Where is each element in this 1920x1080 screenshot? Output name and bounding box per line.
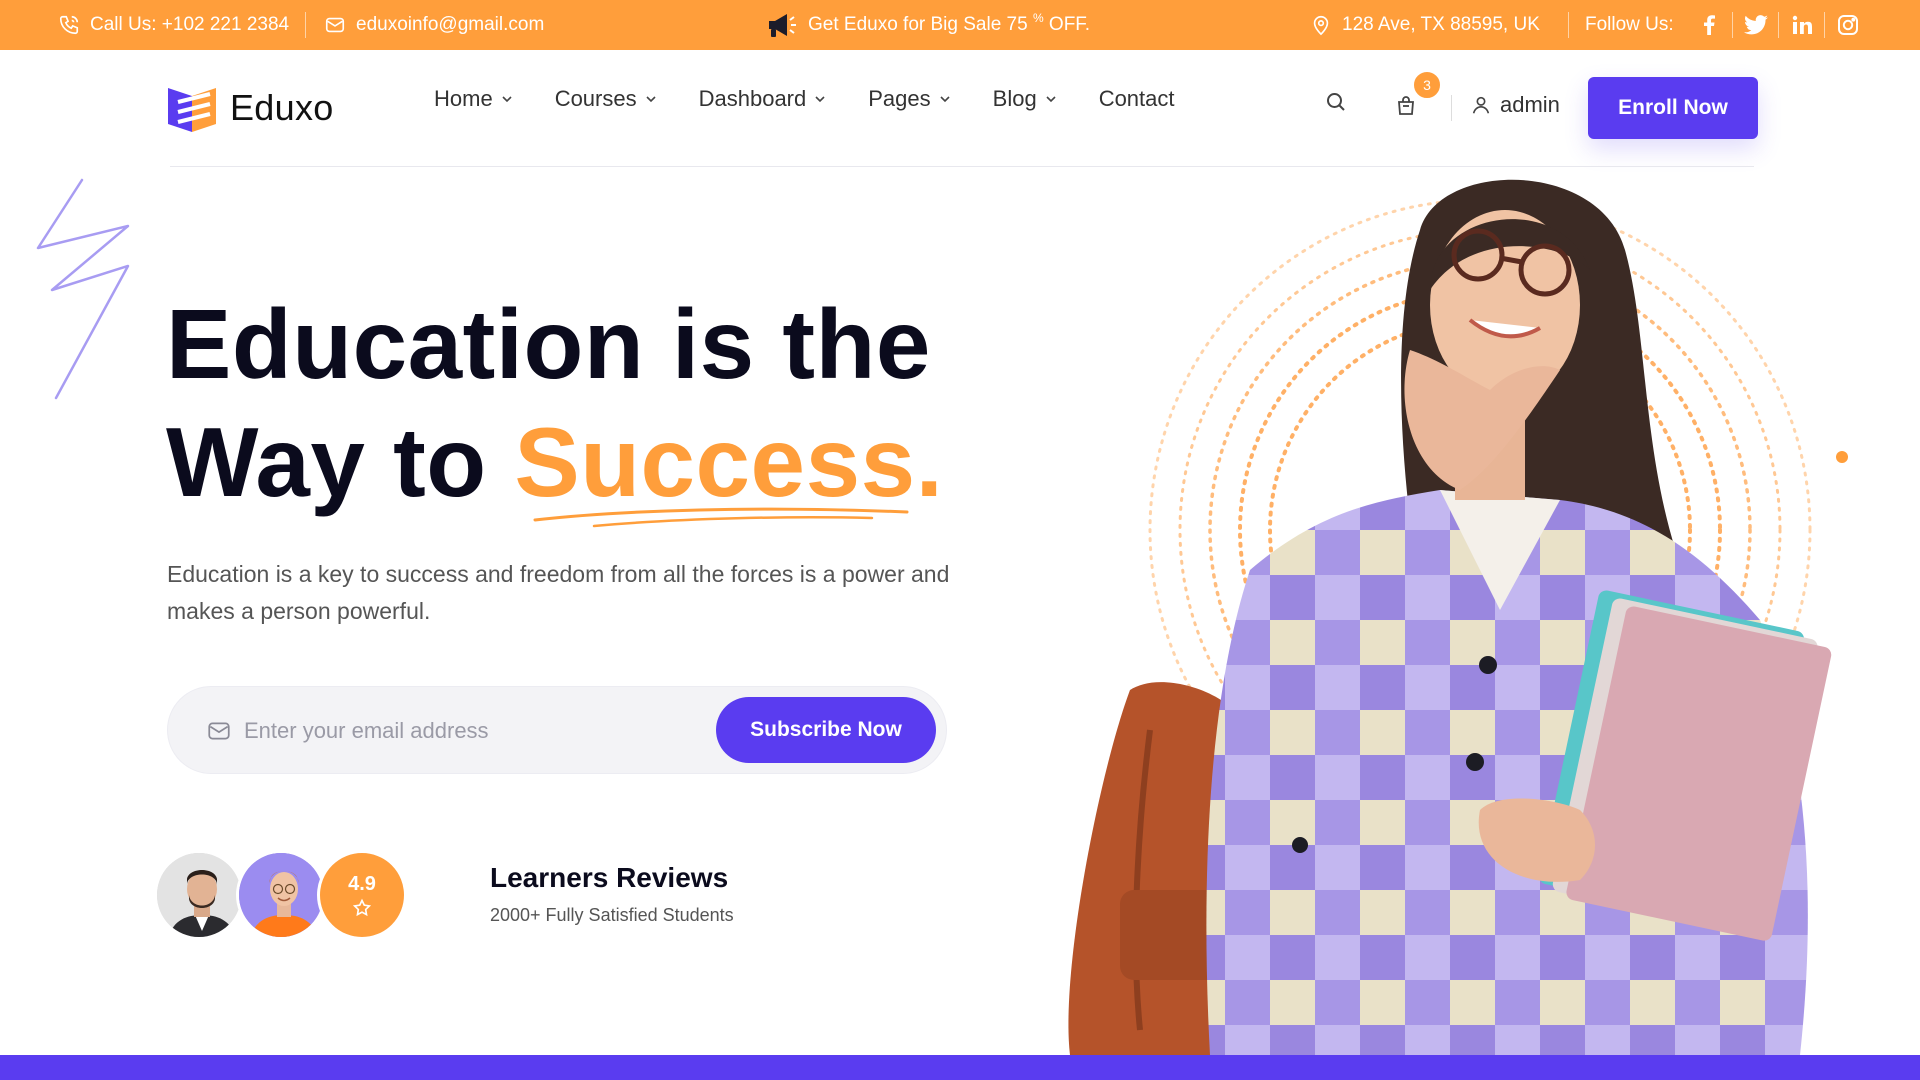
subscribe-form: Subscribe Now [167,686,947,774]
learner-avatar-image [239,853,323,937]
learner-avatar-image [157,853,241,937]
phone-icon [59,15,79,35]
social-links [1686,0,1870,50]
search-button[interactable] [1324,90,1348,119]
chevron-down-icon [502,96,512,103]
phone-contact[interactable]: Call Us: +102 221 2384 [58,0,289,50]
avatar [236,850,326,940]
facebook-link[interactable] [1686,12,1732,38]
divider [1568,12,1569,38]
promo-banner[interactable]: Get Eduxo for Big Sale 75 % OFF. [766,0,1090,50]
nav-label: Pages [868,86,931,111]
nav-courses[interactable]: Courses [555,86,657,112]
star-icon [352,898,372,916]
divider [1451,95,1452,121]
subscribe-now-button[interactable]: Subscribe Now [716,697,936,763]
mail-icon [208,722,230,740]
reviews-subtitle: 2000+ Fully Satisfied Students [490,905,734,925]
instagram-link[interactable] [1824,12,1870,38]
follow-label: Follow Us: [1585,0,1674,50]
hero-title: Education is the Way to Success. [166,285,943,521]
user-account[interactable]: admin [1470,92,1560,118]
user-name: admin [1500,92,1560,117]
site-logo[interactable]: Eduxo [166,82,334,134]
nav-home[interactable]: Home [434,86,513,112]
nav-pages[interactable]: Pages [868,86,950,112]
avatar [154,850,244,940]
linkedin-icon [1792,15,1812,34]
squiggle-decoration [36,178,130,400]
hero-title-line1: Education is the [166,289,931,399]
nav-dashboard[interactable]: Dashboard [699,86,827,112]
address-info: 128 Ave, TX 88595, UK [1310,0,1540,50]
nav-label: Courses [554,86,637,111]
underline-swoosh [533,507,909,528]
cart-button[interactable] [1394,94,1418,123]
search-icon [1327,93,1345,111]
phone-text: Call Us: +102 221 2384 [90,14,290,35]
chevron-down-icon [815,96,825,103]
user-icon [1472,96,1490,114]
nav-label: Home [434,86,493,111]
address-text: 128 Ave, TX 88595, UK [1342,14,1540,35]
divider [305,12,306,38]
email-text: eduxoinfo@gmail.com [356,14,545,35]
nav-label: Contact [1098,86,1175,111]
mail-icon [325,17,345,33]
main-nav: Home Courses Dashboard Pages Blog Contac… [434,86,1217,112]
megaphone-icon [769,14,796,37]
follow-text: Follow Us: [1585,14,1674,35]
facebook-icon [1704,15,1715,35]
logo-text: Eduxo [230,87,334,128]
instagram-icon [1837,15,1858,35]
nav-contact[interactable]: Contact [1099,86,1175,112]
nav-label: Blog [992,86,1037,111]
email-input[interactable] [244,707,674,755]
logo-icon [168,88,216,132]
header-divider [170,166,1754,167]
linkedin-link[interactable] [1778,12,1824,38]
email-contact[interactable]: eduxoinfo@gmail.com [324,0,544,50]
twitter-icon [1743,15,1768,35]
promo-text: Get Eduxo for Big Sale 75 % OFF. [808,11,1091,35]
chevron-down-icon [1046,96,1056,103]
chevron-down-icon [940,96,950,103]
chevron-down-icon [646,96,656,103]
rating-badge: 4.9 [317,850,407,940]
reviews-title: Learners Reviews [490,862,729,893]
bottom-band [0,1055,1920,1080]
shopping-bag-icon [1398,96,1414,115]
rating-value: 4.9 [348,872,376,895]
nav-label: Dashboard [698,86,807,111]
hero-student-image [1068,179,1848,1055]
location-pin-icon [1313,15,1329,36]
hero-description: Education is a key to success and freedo… [167,561,950,624]
nav-blog[interactable]: Blog [993,86,1057,112]
top-bar: Call Us: +102 221 2384 eduxoinfo@gmail.c… [0,0,1920,50]
twitter-link[interactable] [1732,12,1778,38]
enroll-now-button[interactable]: Enroll Now [1588,77,1758,139]
hero-title-accent: Success. [514,407,944,517]
hero-title-text: Way to [166,407,487,517]
cart-count-badge: 3 [1412,70,1442,100]
